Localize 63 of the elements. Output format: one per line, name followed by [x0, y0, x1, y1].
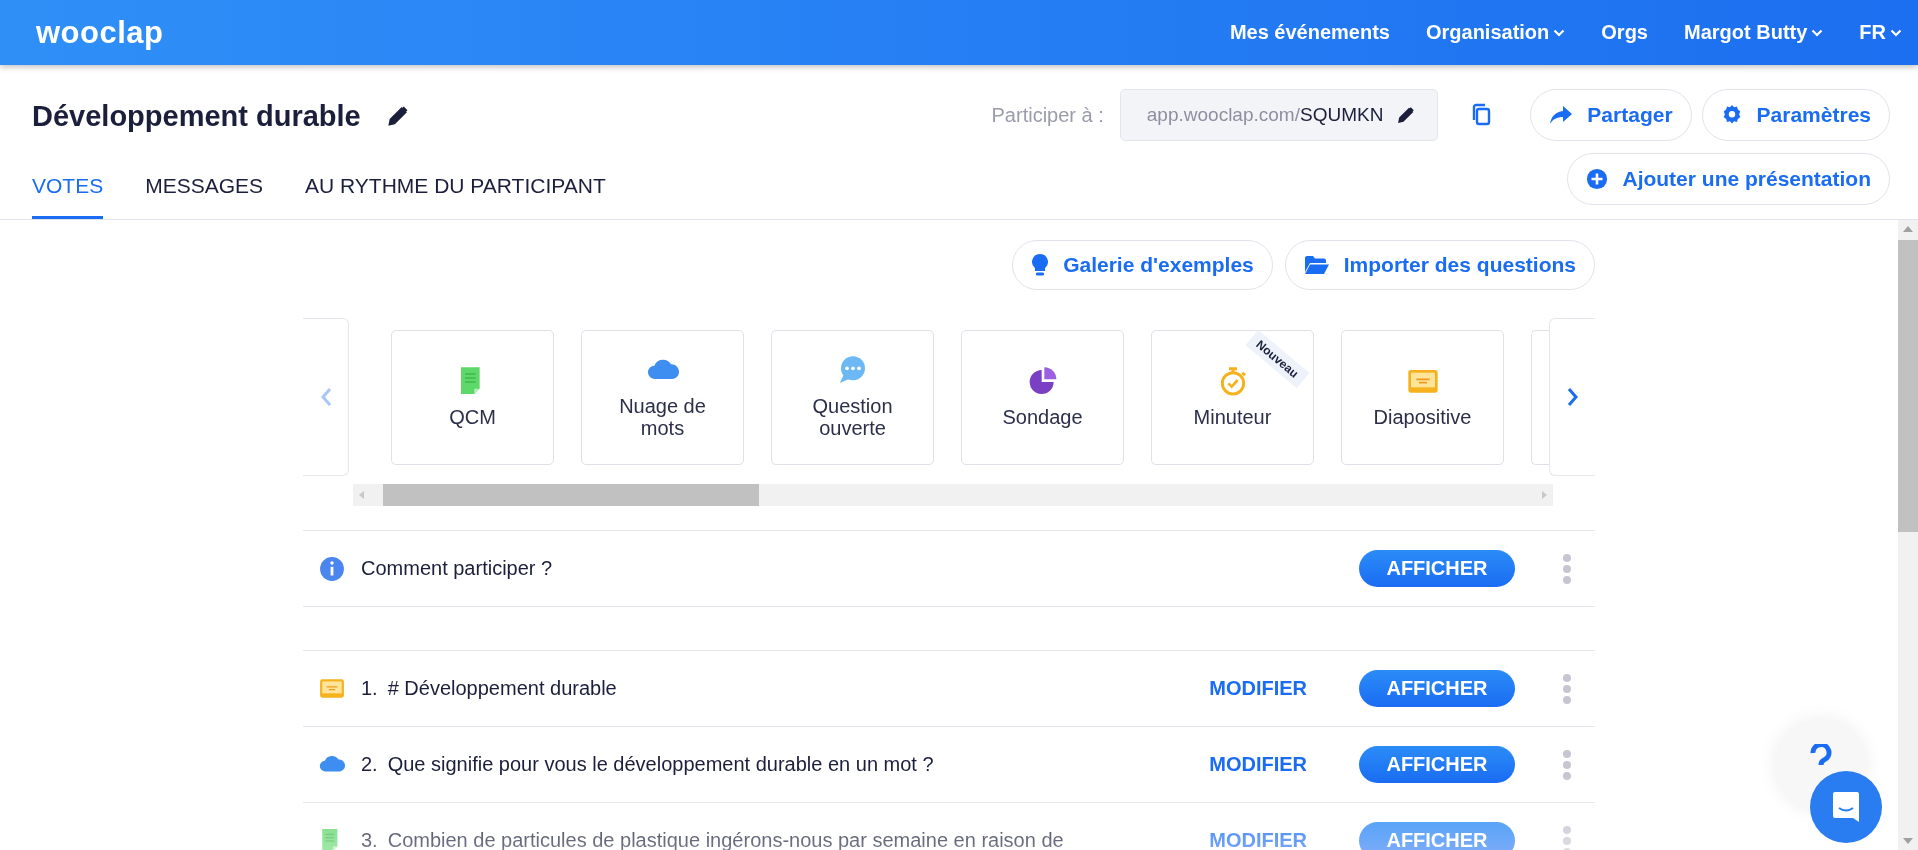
scrollbar-thumb[interactable] [383, 484, 759, 506]
scroll-down-icon [1903, 838, 1913, 844]
chevron-right-icon [1566, 387, 1579, 407]
show-button[interactable]: AFFICHER [1359, 670, 1515, 707]
chevron-down-icon [1553, 28, 1566, 37]
join-url-field[interactable]: app.wooclap.com/SQUMKN [1119, 89, 1439, 141]
question-text: # Développement durable [387, 677, 618, 700]
chat-bubble-icon [1831, 790, 1861, 824]
question-type-card[interactable]: QCM [391, 329, 554, 465]
more-options-icon [1562, 552, 1572, 585]
gallery-button[interactable]: Galerie d'exemples [1012, 240, 1273, 290]
nav-link[interactable]: Organisation [1425, 21, 1566, 44]
question-type-card[interactable]: Sondage [961, 329, 1124, 465]
horizontal-scrollbar[interactable] [353, 484, 1553, 506]
import-button[interactable]: Importer des questions [1284, 240, 1595, 290]
question-type-card[interactable] [1531, 329, 1549, 465]
question-number: 3. [361, 829, 378, 850]
join-label: Participer à : [991, 103, 1104, 127]
info-icon [319, 555, 345, 582]
scroll-left-icon [359, 491, 365, 499]
lightbulb-icon [1031, 253, 1050, 277]
chevron-down-icon [1811, 28, 1824, 37]
tab[interactable]: MESSAGES [145, 167, 264, 219]
question-text: Comment participer ? [361, 557, 554, 580]
tab[interactable]: AU RYTHME DU PARTICIPANT [305, 167, 606, 219]
chevron-down-icon [1890, 28, 1902, 37]
scroll-up-icon [1903, 226, 1913, 232]
scrollbar-thumb[interactable] [1898, 240, 1918, 532]
scroll-right-icon [1541, 491, 1547, 499]
show-button[interactable]: AFFICHER [1359, 822, 1515, 850]
question-type-card[interactable]: Nuage de mots [581, 329, 744, 465]
more-options-icon [1562, 748, 1572, 781]
show-button[interactable]: AFFICHER [1359, 746, 1515, 783]
event-title: Développement durable [32, 99, 361, 133]
nav-link[interactable]: FR [1859, 21, 1902, 44]
question-type-card[interactable]: Diapositive [1341, 329, 1504, 465]
chevron-left-icon [319, 387, 332, 407]
more-options-icon [1562, 824, 1572, 850]
logo[interactable]: wooclap [36, 14, 164, 51]
more-options-icon [1562, 672, 1572, 705]
edit-link[interactable]: MODIFIER [1209, 677, 1307, 700]
question-type-card[interactable]: Question ouverte [771, 329, 934, 465]
edit-link[interactable]: MODIFIER [1209, 753, 1307, 776]
share-arrow-icon [1549, 104, 1574, 126]
folder-icon [1303, 255, 1330, 275]
next-button[interactable] [1549, 318, 1595, 476]
question-number: 1. [361, 677, 378, 700]
question-number: 2. [361, 753, 378, 776]
settings-button[interactable]: Paramètres [1701, 89, 1890, 141]
pencil-icon [386, 105, 409, 127]
share-button[interactable]: Partager [1530, 89, 1692, 141]
nav-link[interactable]: Margot Butty [1684, 21, 1824, 44]
edit-link[interactable]: MODIFIER [1209, 829, 1307, 850]
add-presentation-button[interactable]: Ajouter une présentation [1567, 153, 1890, 205]
nav-link[interactable]: Orgs [1601, 21, 1648, 44]
nav-link[interactable]: Mes événements [1229, 21, 1390, 44]
plus-circle-icon [1586, 168, 1609, 190]
pencil-icon [1397, 106, 1416, 124]
question-text: Que signifie pour vous le développement durable en un mot ? [387, 753, 935, 776]
previous-button[interactable] [303, 318, 349, 476]
vertical-scrollbar[interactable] [1898, 220, 1918, 850]
tab[interactable]: VOTES [32, 167, 104, 219]
show-button[interactable]: AFFICHER [1359, 550, 1515, 587]
